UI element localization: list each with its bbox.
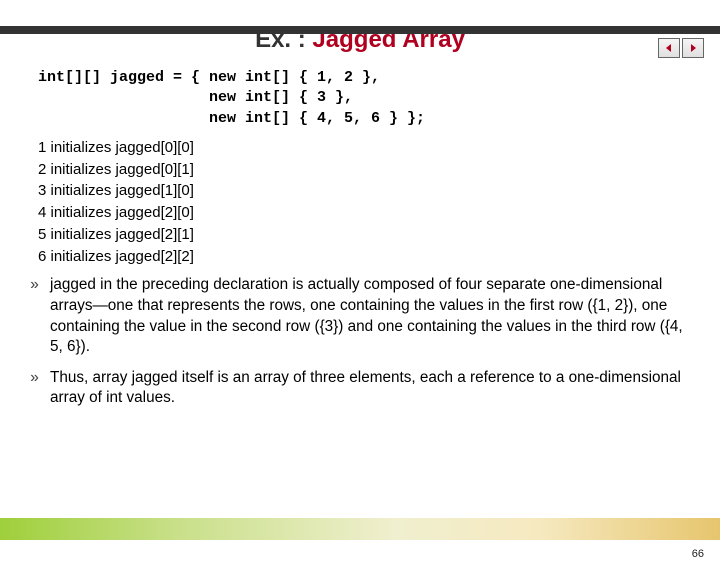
- prev-button[interactable]: [658, 38, 680, 58]
- list-item: 6 initializes jagged[2][2]: [38, 246, 720, 268]
- list-item: 1 initializes jagged[0][0]: [38, 137, 720, 159]
- list-item: 4 initializes jagged[2][0]: [38, 202, 720, 224]
- arrow-right-icon: [688, 43, 698, 53]
- paragraph: » Thus, array jagged itself is an array …: [30, 368, 690, 409]
- nav-arrows: [658, 38, 704, 58]
- header-bar: [0, 26, 720, 34]
- list-item: 3 initializes jagged[1][0]: [38, 180, 720, 202]
- bullet-icon: »: [30, 275, 50, 358]
- list-item: 2 initializes jagged[0][1]: [38, 159, 720, 181]
- code-block: int[][] jagged = { new int[] { 1, 2 }, n…: [38, 68, 720, 129]
- page-number: 66: [692, 548, 704, 560]
- footer-gradient: [0, 518, 720, 540]
- paragraph-text: jagged in the preceding declaration is a…: [50, 275, 690, 358]
- list-item: 5 initializes jagged[2][1]: [38, 224, 720, 246]
- paragraph: » jagged in the preceding declaration is…: [30, 275, 690, 358]
- code-line: new int[] { 3 },: [38, 89, 353, 106]
- paragraph-text: Thus, array jagged itself is an array of…: [50, 368, 690, 409]
- arrow-left-icon: [664, 43, 674, 53]
- init-list: 1 initializes jagged[0][0] 2 initializes…: [38, 137, 720, 268]
- code-line: int[][] jagged = { new int[] { 1, 2 },: [38, 69, 380, 86]
- paragraphs: » jagged in the preceding declaration is…: [30, 275, 690, 409]
- code-line: new int[] { 4, 5, 6 } };: [38, 110, 425, 127]
- next-button[interactable]: [682, 38, 704, 58]
- bullet-icon: »: [30, 368, 50, 409]
